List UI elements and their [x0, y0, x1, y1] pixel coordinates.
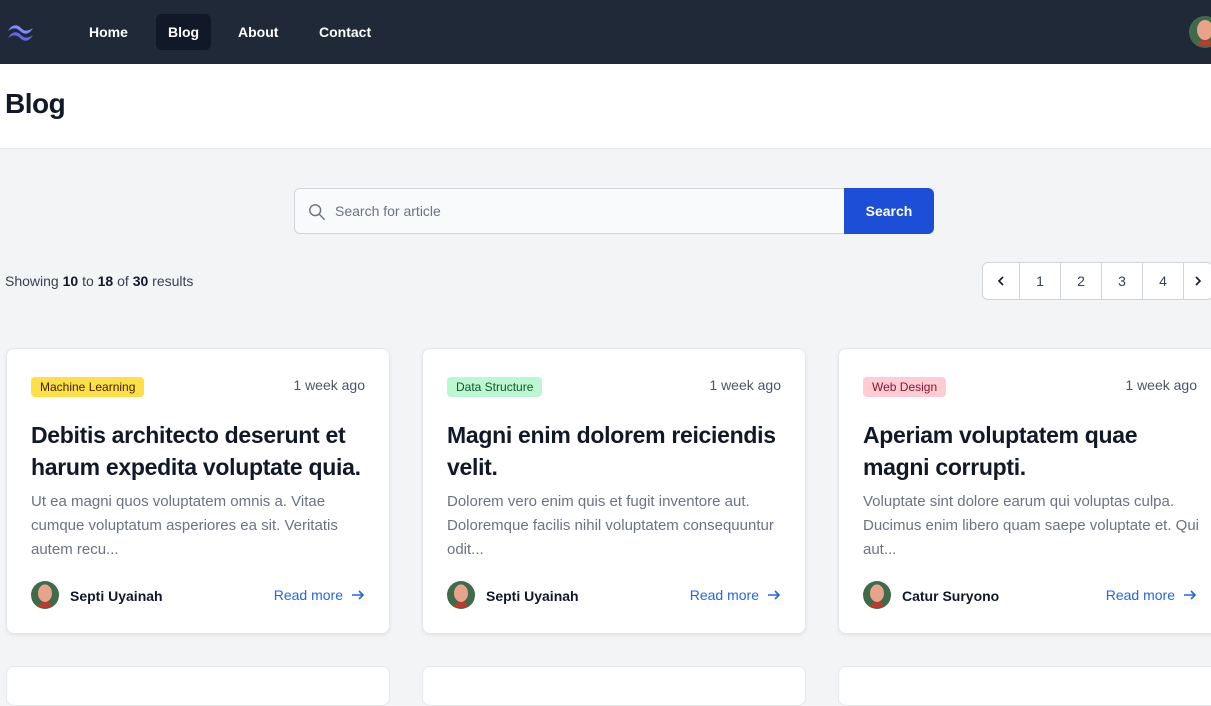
chevron-right-icon [1195, 276, 1202, 286]
page-title: Blog [5, 88, 66, 119]
category-badge[interactable]: Machine Learning [31, 377, 145, 397]
avatar [863, 581, 891, 609]
nav-contact[interactable]: Contact [307, 14, 383, 50]
card-title[interactable]: Aperiam voluptatem quae magni corrupti. [863, 419, 1203, 483]
results-to: 18 [97, 273, 114, 289]
nav-about[interactable]: About [226, 14, 290, 50]
pagination-next[interactable] [1184, 263, 1211, 299]
article-card[interactable] [838, 666, 1211, 706]
author-name: Septi Uyainah [486, 588, 579, 604]
article-card[interactable]: Machine Learning 1 week ago Debitis arch… [6, 348, 390, 634]
read-more-link[interactable]: Read more [1106, 587, 1197, 603]
pagination: 1 2 3 4 [982, 262, 1211, 300]
pagination-page-2[interactable]: 2 [1061, 263, 1102, 299]
author-name: Catur Suryono [902, 588, 1000, 604]
logo-icon[interactable] [6, 21, 38, 43]
arrow-right-icon [352, 590, 365, 600]
card-excerpt: Dolorem vero enim quis et fugit inventor… [447, 493, 774, 558]
card-title[interactable]: Debitis architecto deserunt et harum exp… [31, 419, 371, 483]
search-icon [309, 204, 325, 220]
avatar[interactable] [1189, 16, 1211, 48]
category-badge[interactable]: Data Structure [447, 377, 543, 397]
card-excerpt: Ut ea magni quos voluptatem omnis a. Vit… [31, 493, 338, 558]
navbar: Home Blog About Contact [0, 0, 1211, 64]
chevron-left-icon [997, 276, 1004, 286]
card-time: 1 week ago [1125, 377, 1197, 393]
nav-blog[interactable]: Blog [156, 14, 212, 50]
results-from: 10 [62, 273, 79, 289]
read-more-link[interactable]: Read more [274, 587, 365, 603]
author-name: Septi Uyainah [70, 588, 163, 604]
pagination-prev[interactable] [983, 263, 1020, 299]
article-card[interactable] [422, 666, 806, 706]
search-button[interactable]: Search [844, 188, 934, 234]
search-field[interactable] [294, 188, 845, 234]
card-title[interactable]: Magni enim dolorem reiciendis velit. [447, 419, 787, 483]
read-more-label: Read more [273, 587, 343, 603]
article-card[interactable] [6, 666, 390, 706]
results-of-word: of [117, 273, 129, 289]
nav-home[interactable]: Home [77, 14, 140, 50]
read-more-link[interactable]: Read more [690, 587, 781, 603]
article-card[interactable]: Data Structure 1 week ago Magni enim dol… [422, 348, 806, 634]
avatar [447, 581, 475, 609]
card-time: 1 week ago [709, 377, 781, 393]
pagination-page-4[interactable]: 4 [1143, 263, 1184, 299]
page-header: Blog [0, 64, 1211, 149]
category-badge[interactable]: Web Design [863, 377, 947, 397]
pagination-page-1[interactable]: 1 [1020, 263, 1061, 299]
arrow-right-icon [768, 590, 781, 600]
results-to-word: to [82, 273, 94, 289]
pagination-page-3[interactable]: 3 [1102, 263, 1143, 299]
card-excerpt: Voluptate sint dolore earum qui voluptas… [863, 493, 1200, 558]
results-total: 30 [132, 273, 149, 289]
results-prefix: Showing [5, 273, 59, 289]
article-card[interactable]: Web Design 1 week ago Aperiam voluptatem… [838, 348, 1211, 634]
search-input[interactable] [335, 189, 835, 233]
results-summary: Showing 10 to 18 of 30 results [5, 273, 193, 289]
results-suffix: results [152, 273, 194, 289]
arrow-right-icon [1184, 590, 1197, 600]
read-more-label: Read more [1105, 587, 1175, 603]
search-form: Search [294, 188, 934, 234]
read-more-label: Read more [689, 587, 759, 603]
avatar [31, 581, 59, 609]
card-time: 1 week ago [293, 377, 365, 393]
